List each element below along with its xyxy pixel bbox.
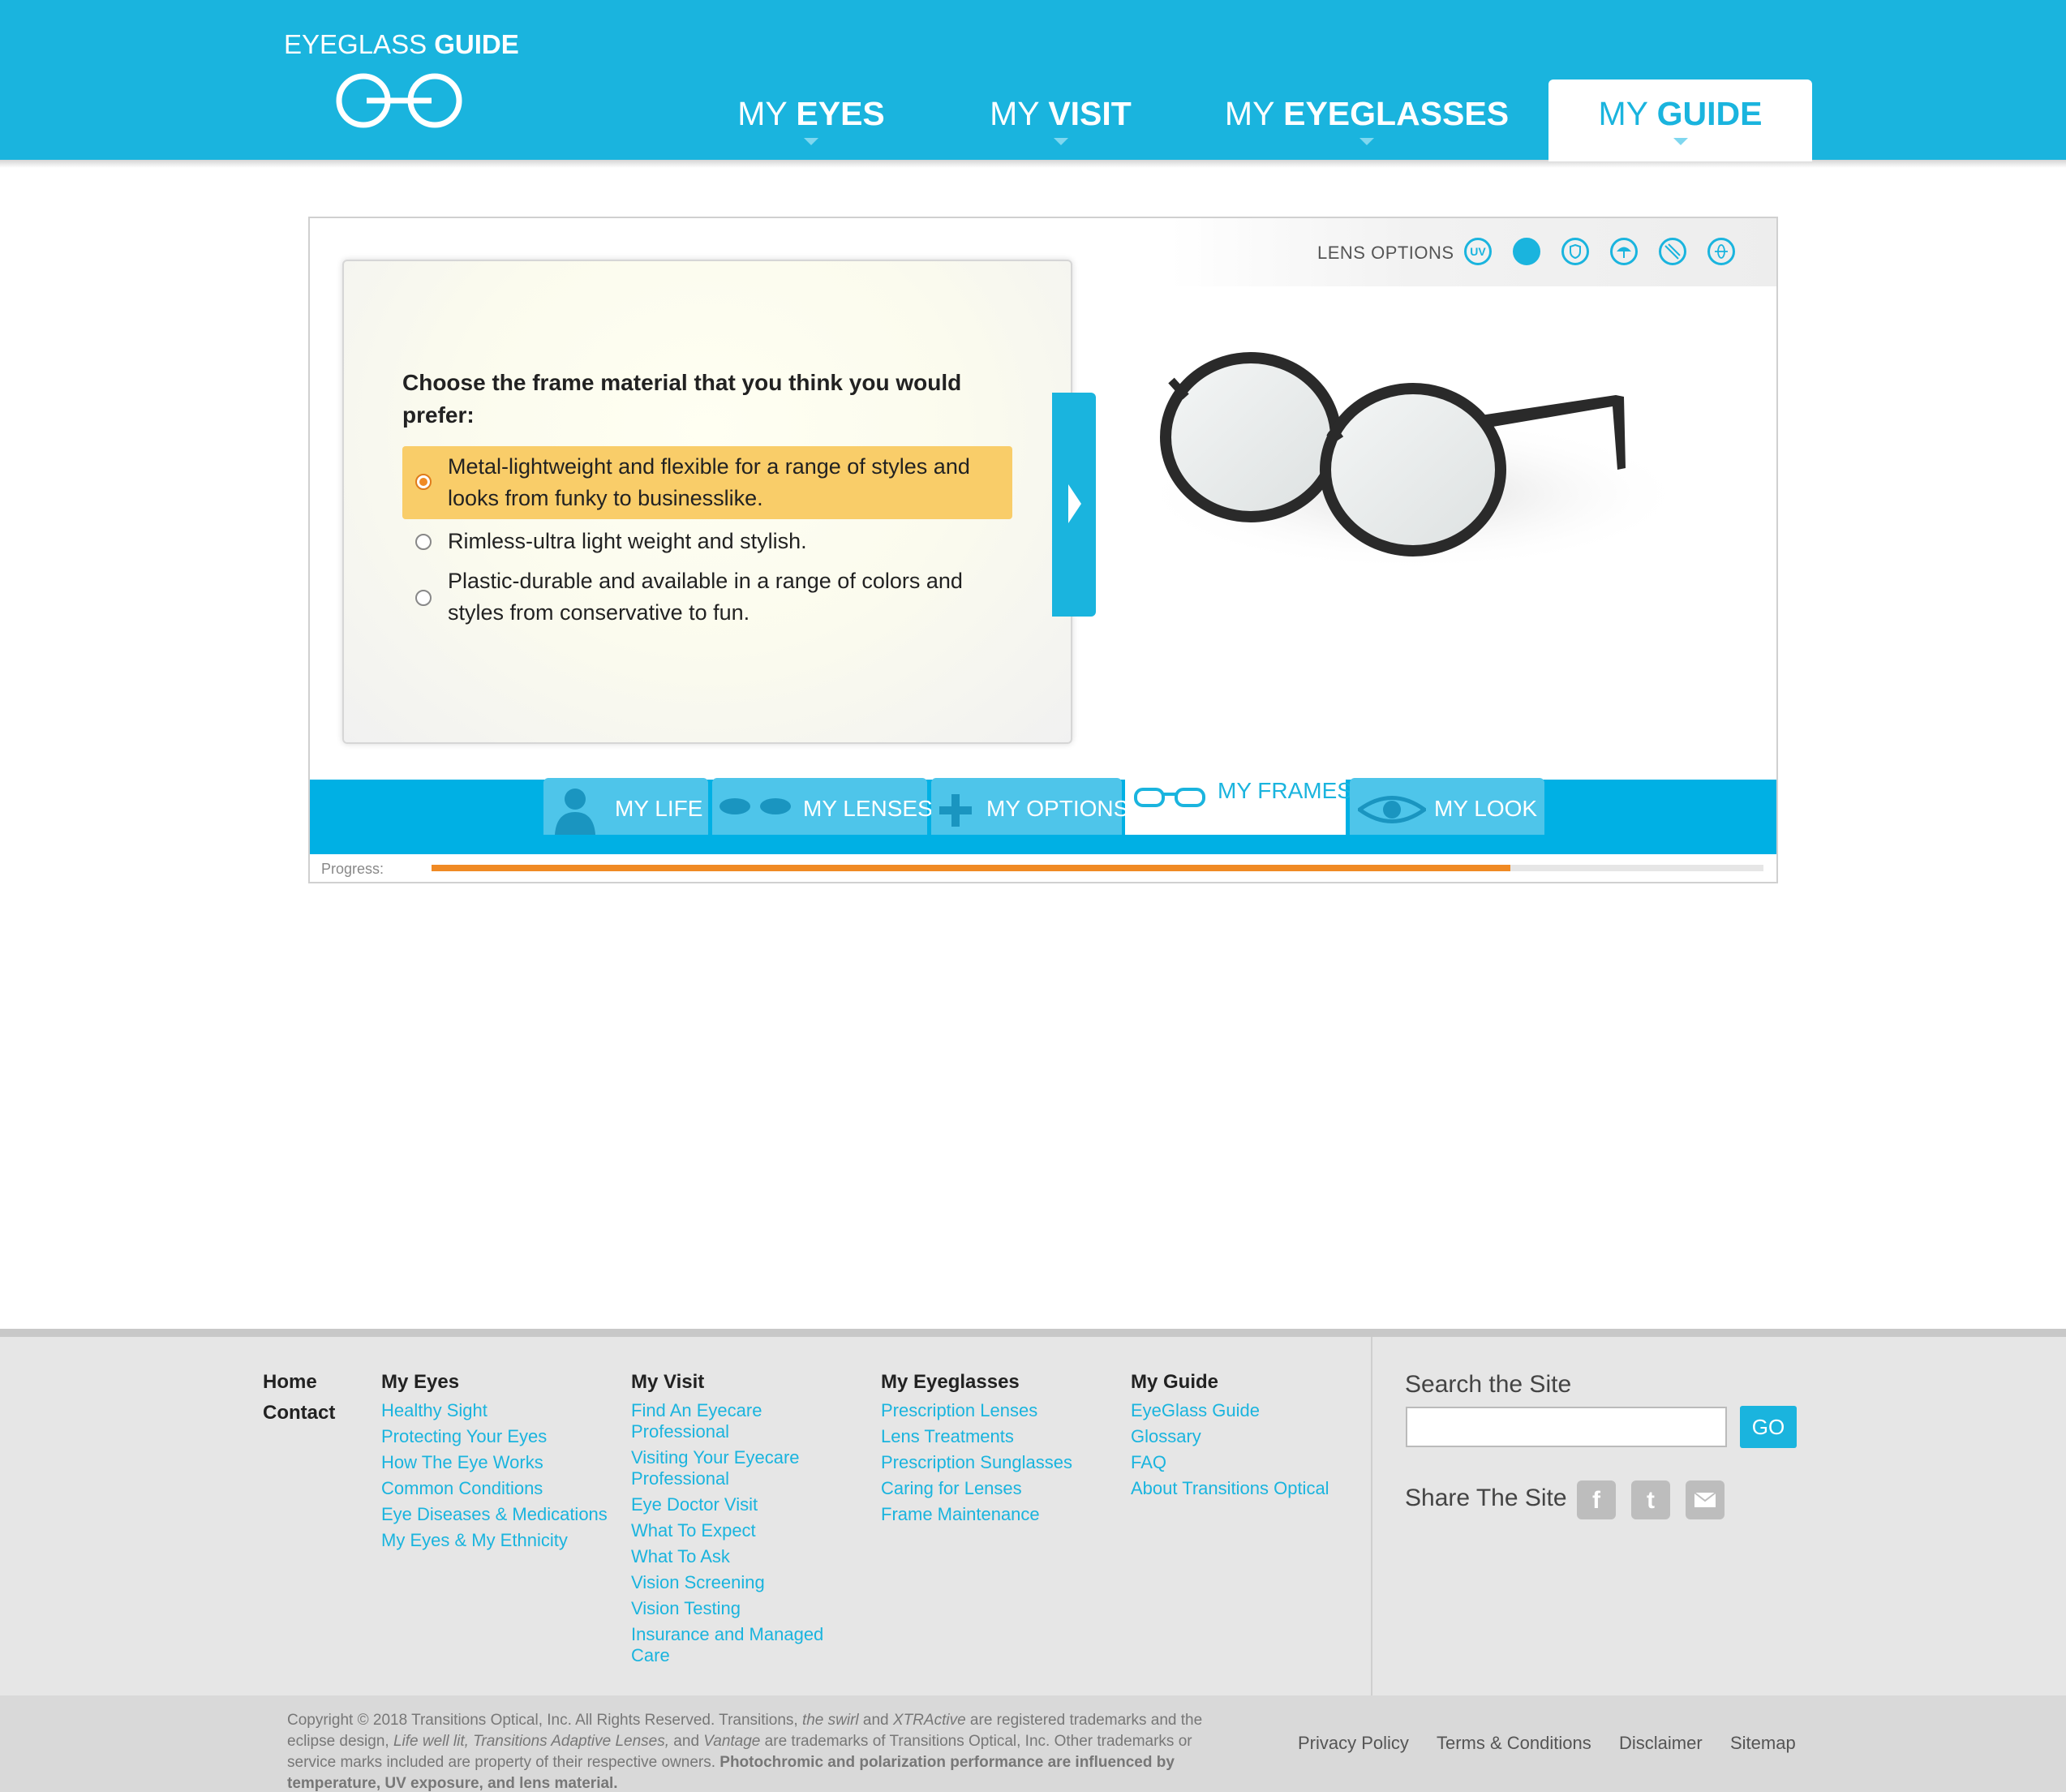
tab-label: MY OPTIONS (986, 796, 1129, 821)
option-label: Plastic-durable and available in a range… (448, 569, 963, 625)
eye-icon (1358, 796, 1426, 823)
footer-link-home[interactable]: Home (263, 1369, 335, 1395)
search-title: Search the Site (1405, 1371, 1572, 1398)
progress-fill (432, 865, 1511, 871)
tab-my-options[interactable]: MY OPTIONS (931, 778, 1128, 835)
privacy-policy-link[interactable]: Privacy Policy (1298, 1733, 1409, 1754)
uv-icon[interactable]: UV (1464, 238, 1492, 265)
footer-link-contact[interactable]: Contact (263, 1400, 335, 1426)
search-go-button[interactable]: GO (1740, 1406, 1797, 1448)
footer-link[interactable]: What To Expect (631, 1520, 842, 1541)
radio-metal[interactable] (415, 474, 432, 490)
footer-col-my-eyeglasses: My Eyeglasses Prescription Lenses Lens T… (881, 1369, 1072, 1525)
footer-link[interactable]: Vision Screening (631, 1572, 842, 1593)
tab-my-look[interactable]: MY LOOK (1350, 778, 1544, 835)
email-icon[interactable] (1686, 1480, 1725, 1519)
footer-link[interactable]: Healthy Sight (381, 1400, 608, 1421)
share-title: Share The Site (1405, 1485, 1567, 1511)
tab-label: MY LIFE (615, 796, 703, 821)
guide-panel: LENS OPTIONS UV Choose the frame materia… (308, 217, 1778, 883)
footer-link[interactable]: Eye Doctor Visit (631, 1494, 842, 1515)
footer-link[interactable]: Glossary (1131, 1426, 1329, 1447)
lens-options-label: LENS OPTIONS (1317, 243, 1454, 263)
option-metal[interactable]: Metal-lightweight and flexible for a ran… (402, 446, 1012, 519)
option-label: Metal-lightweight and flexible for a ran… (448, 454, 970, 510)
person-icon (555, 789, 595, 835)
nav-my-eyes[interactable]: MY EYES (730, 95, 892, 176)
next-button[interactable] (1052, 393, 1096, 617)
tab-label: MY LOOK (1434, 796, 1538, 821)
footer-col-title[interactable]: My Eyes (381, 1369, 608, 1395)
scratch-icon[interactable] (1659, 238, 1686, 265)
shield-icon[interactable] (1561, 238, 1589, 265)
site-logo[interactable]: EYEGLASS GUIDE (284, 29, 519, 135)
footer-link[interactable]: Caring for Lenses (881, 1478, 1072, 1499)
footer-divider (1371, 1337, 1372, 1695)
nav-my-guide[interactable]: MY GUIDE (1548, 95, 1812, 145)
tab-label: MY FRAMES (1218, 778, 1352, 803)
footer-link[interactable]: FAQ (1131, 1452, 1329, 1473)
footer-link[interactable]: About Transitions Optical (1131, 1478, 1329, 1499)
plus-icon (939, 794, 972, 827)
chevron-down-icon (804, 138, 818, 145)
footer-link[interactable]: Prescription Sunglasses (881, 1452, 1072, 1473)
footer-link[interactable]: Common Conditions (381, 1478, 608, 1499)
question-card: Choose the frame material that you think… (342, 260, 1072, 744)
footer-col-main: Home Contact (263, 1369, 335, 1426)
progress-bar (432, 865, 1763, 871)
tab-my-lenses[interactable]: MY LENSES (712, 778, 933, 835)
search-input[interactable] (1406, 1407, 1727, 1447)
footer-col-my-visit: My Visit Find An Eyecare Professional Vi… (631, 1369, 842, 1666)
footer-link[interactable]: Vision Testing (631, 1598, 842, 1619)
radio-rimless[interactable] (415, 534, 432, 550)
frames-icon (1134, 788, 1205, 807)
copyright-text: Copyright © 2018 Transitions Optical, In… (287, 1712, 1203, 1792)
glasses-logo-icon (336, 73, 462, 128)
footer-link[interactable]: Lens Treatments (881, 1426, 1072, 1447)
footer-link[interactable]: Protecting Your Eyes (381, 1426, 608, 1447)
footer-link[interactable]: Eye Diseases & Medications (381, 1504, 608, 1525)
nav-my-visit[interactable]: MY VISIT (973, 95, 1148, 176)
twitter-icon[interactable]: t (1631, 1480, 1670, 1519)
footer-link[interactable]: Insurance and Managed Care (631, 1624, 842, 1666)
option-label: Rimless-ultra light weight and stylish. (448, 529, 807, 553)
chevron-down-icon (1359, 138, 1374, 145)
facebook-icon[interactable]: f (1577, 1480, 1616, 1519)
footer-col-my-eyes: My Eyes Healthy Sight Protecting Your Ey… (381, 1369, 608, 1551)
logo-text: EYEGLASS GUIDE (284, 29, 519, 59)
chevron-down-icon (1053, 138, 1068, 145)
footer-link[interactable]: What To Ask (631, 1546, 842, 1567)
terms-link[interactable]: Terms & Conditions (1437, 1733, 1591, 1754)
footer-col-my-guide: My Guide EyeGlass Guide Glossary FAQ Abo… (1131, 1369, 1329, 1499)
lenses-icon (719, 798, 791, 814)
eyeglasses-image (1137, 352, 1689, 571)
nav-my-eyeglasses[interactable]: MY EYEGLASSES (1217, 95, 1517, 176)
footer-link[interactable]: Prescription Lenses (881, 1400, 1072, 1421)
sitemap-link[interactable]: Sitemap (1730, 1733, 1796, 1754)
tab-label: MY LENSES (803, 796, 933, 821)
progress-label: Progress: (321, 861, 384, 877)
disclaimer-link[interactable]: Disclaimer (1619, 1733, 1703, 1754)
footer-border (0, 1329, 2066, 1337)
footer-col-title[interactable]: My Guide (1131, 1369, 1329, 1395)
chevron-down-icon (1673, 138, 1688, 145)
footer-link[interactable]: My Eyes & My Ethnicity (381, 1530, 608, 1551)
tint-icon[interactable] (1513, 238, 1540, 265)
option-plastic[interactable]: Plastic-durable and available in a range… (402, 565, 1012, 630)
footer-col-title[interactable]: My Eyeglasses (881, 1369, 1072, 1395)
umbrella-icon[interactable] (1610, 238, 1638, 265)
tab-my-frames[interactable]: MY FRAMES (1125, 763, 1352, 835)
radio-plastic[interactable] (415, 590, 432, 606)
option-rimless[interactable]: Rimless-ultra light weight and stylish. (402, 526, 1012, 558)
question-text: Choose the frame material that you think… (402, 370, 962, 428)
tab-my-life[interactable]: MY LIFE (543, 778, 708, 835)
globe-icon[interactable] (1707, 238, 1735, 265)
footer-link[interactable]: Frame Maintenance (881, 1504, 1072, 1525)
copyright-bar: Copyright © 2018 Transitions Optical, In… (0, 1695, 2066, 1792)
footer-link[interactable]: Find An Eyecare Professional (631, 1400, 842, 1442)
footer-link[interactable]: EyeGlass Guide (1131, 1400, 1329, 1421)
footer-link[interactable]: How The Eye Works (381, 1452, 608, 1473)
footer-link[interactable]: Visiting Your Eyecare Professional (631, 1447, 842, 1489)
footer-col-title[interactable]: My Visit (631, 1369, 842, 1395)
